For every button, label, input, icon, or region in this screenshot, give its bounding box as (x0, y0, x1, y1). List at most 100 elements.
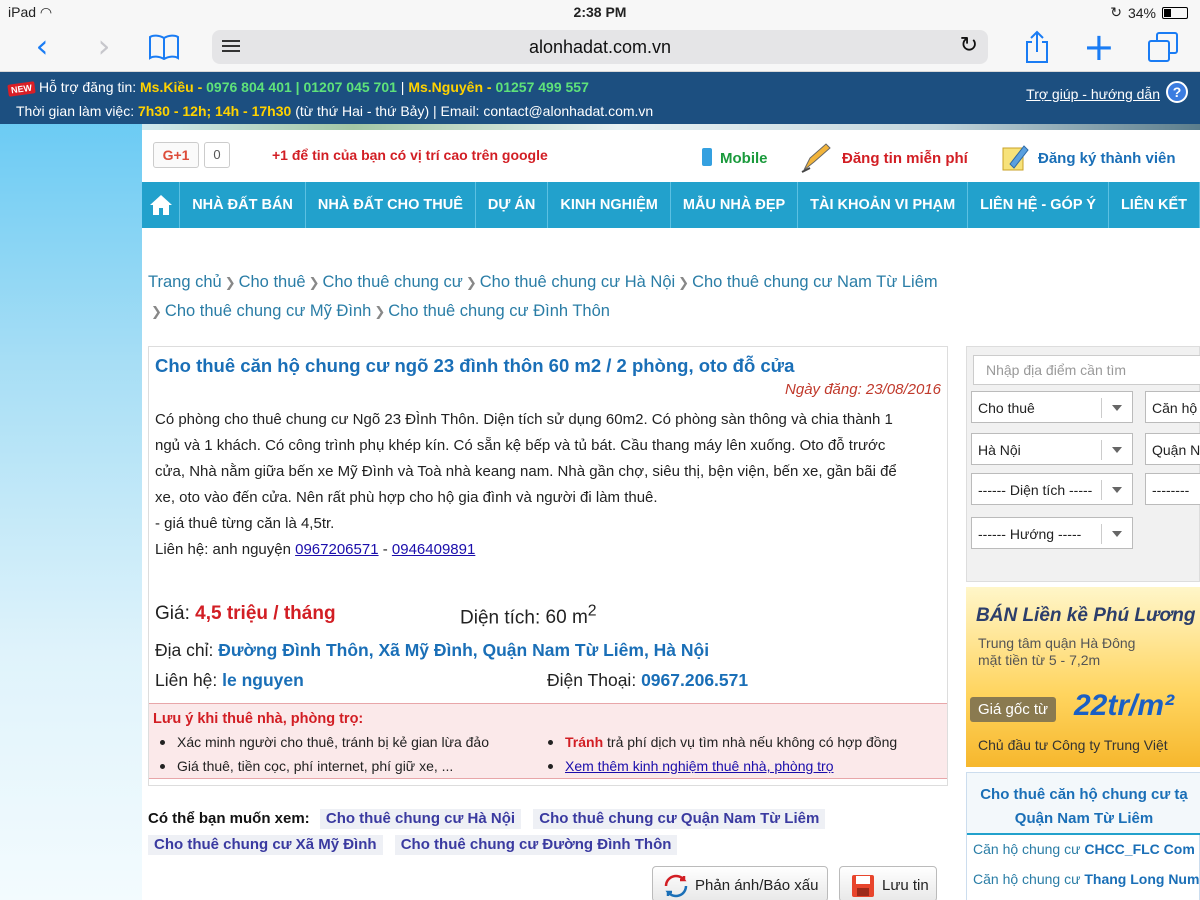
search-panel: Nhập địa điểm cần tìm Cho thuê Căn hộ Hà… (966, 346, 1200, 582)
home-icon[interactable] (142, 182, 181, 228)
related-tag[interactable]: Cho thuê chung cư Đường Đình Thôn (394, 835, 678, 855)
report-button[interactable]: Phản ánh/Báo xấu (652, 866, 828, 900)
rental-notice: Lưu ý khi thuê nhà, phòng trọ: Xác minh … (149, 703, 947, 779)
save-floppy-icon (852, 875, 874, 897)
ad-headline: BÁN Liền kề Phú Lương (976, 605, 1196, 626)
main-nav: NHÀ ĐẤT BÁN NHÀ ĐẤT CHO THUÊ DỰ ÁN KINH … (142, 182, 1200, 228)
notice-item: Tránh trả phí dịch vụ tìm nhà nếu không … (547, 734, 898, 750)
related-tag[interactable]: Cho thuê chung cư Hà Nội (319, 809, 522, 829)
nav-item-house-designs[interactable]: MẪU NHÀ ĐẸP (671, 182, 799, 228)
back-button[interactable]: ‹ (24, 30, 60, 66)
google-promo-text: +1 để tin của bạn có vị trí cao trên goo… (272, 147, 548, 163)
nav-item-projects[interactable]: DỰ ÁN (476, 182, 549, 228)
notice-item: Giá thuê, tiền cọc, phí internet, phí gi… (159, 758, 454, 774)
save-button[interactable]: Lưu tin (839, 866, 937, 900)
nav-item-links[interactable]: LIÊN KẾT (1109, 182, 1200, 228)
save-label: Lưu tin (882, 877, 929, 894)
support-row: NEW Hỗ trợ đăng tin: Ms.Kiều - 0976 804 4… (7, 79, 589, 97)
price-select[interactable]: -------- (1145, 473, 1200, 505)
phone-link[interactable]: 0967206571 (295, 541, 378, 558)
help-icon[interactable]: ? (1166, 81, 1188, 103)
category-select[interactable]: Căn hộ (1145, 391, 1200, 423)
report-icon (664, 874, 688, 898)
post-free-link[interactable]: Đăng tin miễn phí (842, 150, 968, 167)
ad-price: 22tr/m² (1074, 689, 1175, 722)
district-select[interactable]: Quận N (1145, 433, 1200, 465)
register-link[interactable]: Đăng ký thành viên (1038, 150, 1176, 167)
location-search-input[interactable]: Nhập địa điểm cần tìm (973, 355, 1200, 385)
notice-item: Xác minh người cho thuê, tránh bị kẻ gia… (160, 734, 489, 750)
mobile-link[interactable]: Mobile (720, 150, 768, 167)
share-icon[interactable] (1024, 30, 1050, 64)
browser-toolbar: ‹ › alonhadat.com.vn ↻ + (0, 24, 1200, 72)
bookmarks-icon[interactable] (148, 34, 180, 60)
address-bar[interactable]: alonhadat.com.vn ↻ (212, 30, 988, 64)
ad-subtext: Trung tâm quận Hà Đông mặt tiền từ 5 - 7,… (978, 635, 1136, 668)
report-label: Phản ánh/Báo xấu (695, 877, 819, 894)
mobile-icon (702, 148, 712, 166)
city-select[interactable]: Hà Nội (971, 433, 1133, 465)
notice-item: Xem thêm kinh nghiệm thuê nhà, phòng trọ (548, 758, 834, 774)
new-tab-icon[interactable]: + (1083, 28, 1115, 66)
advert-banner[interactable]: BÁN Liền kề Phú Lương Trung tâm quận Hà … (966, 587, 1200, 767)
related-tag[interactable]: Cho thuê chung cư Quận Nam Từ Liêm (533, 809, 826, 829)
notice-heading: Lưu ý khi thuê nhà, phòng trọ: (153, 711, 364, 727)
related-links: Có thể bạn muốn xem: Cho thuê chung cư H… (148, 806, 938, 858)
price-row: Giá: 4,5 triệu / tháng (155, 603, 336, 624)
nav-item-rent[interactable]: NHÀ ĐẤT CHO THUÊ (306, 182, 476, 228)
side-list-item[interactable]: Căn hộ chung cư CHCC_FLC Com (973, 841, 1195, 857)
nav-item-experience[interactable]: KINH NGHIỆM (548, 182, 671, 228)
nav-item-sale[interactable]: NHÀ ĐẤT BÁN (180, 182, 306, 228)
contact-name: le nguyen (222, 670, 304, 690)
breadcrumb: Trang chủ ❯ Cho thuê ❯ Cho thuê chung cư ❯ Cho… (148, 268, 978, 326)
contact-row: Liên hệ: le nguyen (155, 670, 304, 690)
chevron-right-icon: ❯ (374, 304, 386, 319)
forward-button[interactable]: › (86, 30, 122, 66)
side-list-item[interactable]: Căn hộ chung cư Thang Long Num (973, 871, 1199, 887)
breadcrumb-item[interactable]: Cho thuê chung cư Hà Nội (480, 273, 675, 291)
ad-price-label: Giá gốc từ (970, 697, 1057, 722)
orientation-lock-icon: ↻ (1110, 4, 1122, 20)
price-value: 4,5 triệu / tháng (195, 603, 336, 624)
dropdown-arrow-icon (1112, 531, 1122, 537)
listing-detail: Cho thuê căn hộ chung cư ngõ 23 đình thô… (148, 346, 948, 786)
phone-link[interactable]: 0946409891 (392, 541, 475, 558)
battery-percent: 34% (1127, 4, 1156, 21)
breadcrumb-item[interactable]: Cho thuê chung cư (322, 273, 462, 291)
chevron-right-icon: ❯ (224, 275, 236, 290)
chevron-right-icon: ❯ (308, 275, 320, 290)
phone-value[interactable]: 0967.206.571 (641, 670, 748, 690)
breadcrumb-item[interactable]: Cho thuê chung cư Đình Thôn (388, 302, 610, 320)
page-background (0, 72, 142, 900)
breadcrumb-item[interactable]: Cho thuê chung cư Nam Từ Liêm (692, 273, 938, 291)
breadcrumb-item[interactable]: Cho thuê (239, 273, 306, 291)
status-bar: iPad ◠ 2:38 PM ↻ 34% (0, 0, 1200, 24)
phone-row: Điện Thoại: 0967.206.571 (547, 670, 749, 690)
nav-item-contact[interactable]: LIÊN HỆ - GÓP Ý (968, 182, 1109, 228)
nav-item-violations[interactable]: TÀI KHOẢN VI PHẠM (798, 182, 969, 228)
google-plus-button[interactable]: G+1 (153, 142, 199, 168)
url-text: alonhadat.com.vn (528, 37, 672, 57)
breadcrumb-item[interactable]: Cho thuê chung cư Mỹ Đình (165, 302, 371, 320)
battery-fill (1164, 8, 1172, 17)
dropdown-arrow-icon (1112, 405, 1122, 411)
direction-select[interactable]: ------ Hướng ----- (971, 517, 1133, 549)
breadcrumb-item[interactable]: Trang chủ (148, 273, 222, 291)
area-value: 60 m2 (545, 603, 597, 629)
dropdown-arrow-icon (1112, 447, 1122, 453)
area-select[interactable]: ------ Diện tích ----- (971, 473, 1133, 505)
post-pen-icon (801, 143, 831, 173)
dropdown-arrow-icon (1112, 487, 1122, 493)
help-link[interactable]: Trợ giúp - hướng dẫn (1026, 86, 1160, 102)
address-value: Đường Đình Thôn, Xã Mỹ Đình, Quận Nam Từ… (218, 640, 710, 660)
battery-icon (1162, 6, 1188, 19)
address-row: Địa chỉ: Đường Đình Thôn, Xã Mỹ Đình, Qu… (155, 640, 710, 660)
listing-description: Có phòng cho thuê chung cư Ngõ 23 ĐÌnh T… (155, 411, 897, 558)
chevron-right-icon: ❯ (151, 304, 162, 319)
type-select[interactable]: Cho thuê (971, 391, 1133, 423)
chevron-right-icon: ❯ (465, 275, 477, 290)
related-tag[interactable]: Cho thuê chung cư Xã Mỹ Đình (148, 835, 383, 855)
experience-link[interactable]: Xem thêm kinh nghiệm thuê nhà, phòng trọ (565, 758, 834, 774)
reload-icon[interactable]: ↻ (960, 33, 978, 58)
tabs-icon[interactable] (1148, 32, 1178, 62)
